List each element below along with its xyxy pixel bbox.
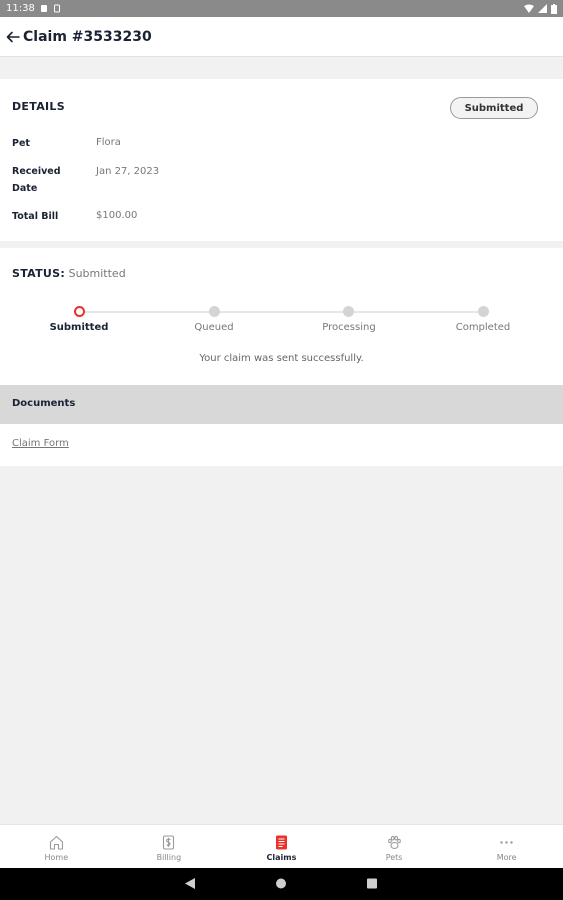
- back-arrow-icon[interactable]: [5, 29, 21, 45]
- more-dots-icon: [500, 841, 513, 844]
- system-recents-icon[interactable]: [366, 877, 378, 890]
- nav-claims[interactable]: Claims: [225, 825, 338, 868]
- step-label-queued: Queued: [194, 322, 234, 333]
- app-bar: Claim #3533230: [0, 17, 563, 57]
- sd-card-icon: [53, 4, 60, 13]
- documents-header: Documents: [0, 385, 563, 424]
- nav-home-label: Home: [44, 853, 69, 862]
- received-label-line1: Received: [12, 166, 61, 177]
- nav-pets-label: Pets: [385, 853, 403, 862]
- status-heading-label: STATUS:: [12, 267, 66, 280]
- dollar-icon: [163, 835, 175, 850]
- step-dot-submitted: [74, 306, 85, 317]
- battery-icon: [551, 3, 557, 14]
- bottom-navigation: Home Billing Claims Pets More: [0, 824, 563, 868]
- status-heading-value: Submitted: [68, 267, 126, 280]
- claim-form-link[interactable]: Claim Form: [12, 438, 69, 449]
- signal-icon: [538, 4, 547, 13]
- progress-track: [79, 311, 484, 313]
- received-label-line2: Date: [12, 183, 38, 194]
- nav-home[interactable]: Home: [0, 825, 113, 868]
- status-heading: STATUS: Submitted: [12, 267, 126, 280]
- notification-icon: [40, 5, 47, 12]
- page-title: Claim #3533230: [23, 28, 152, 45]
- nav-more-label: More: [496, 853, 517, 862]
- step-label-processing: Processing: [322, 322, 376, 333]
- details-card: DETAILS Submitted Pet Flora Received Dat…: [0, 79, 563, 241]
- step-label-completed: Completed: [455, 322, 511, 333]
- pet-value: Flora: [96, 137, 121, 148]
- nav-billing[interactable]: Billing: [113, 825, 226, 868]
- total-bill-value: $100.00: [96, 210, 138, 221]
- pet-label: Pet: [12, 138, 30, 149]
- nav-billing-label: Billing: [156, 853, 182, 862]
- document-icon: [275, 835, 287, 850]
- wifi-icon: [524, 4, 534, 13]
- nav-pets[interactable]: Pets: [338, 825, 451, 868]
- step-dot-completed: [478, 306, 489, 317]
- status-message: Your claim was sent successfully.: [199, 353, 364, 364]
- received-date-label: Received Date: [12, 163, 61, 197]
- home-icon: [49, 835, 63, 850]
- step-label-submitted: Submitted: [49, 322, 109, 333]
- system-back-icon[interactable]: [184, 877, 196, 890]
- status-time: 11:38: [6, 3, 35, 14]
- status-card: STATUS: Submitted Submitted Queued Proce…: [0, 248, 563, 385]
- system-status-bar: 11:38: [0, 0, 563, 17]
- nav-more[interactable]: More: [450, 825, 563, 868]
- received-date-value: Jan 27, 2023: [96, 166, 160, 177]
- step-dot-processing: [343, 306, 354, 317]
- status-badge: Submitted: [450, 97, 538, 119]
- system-home-icon[interactable]: [275, 877, 287, 890]
- paw-icon: [387, 835, 401, 850]
- system-navigation-bar: [0, 868, 563, 900]
- details-title: DETAILS: [12, 100, 65, 113]
- documents-list: Claim Form: [0, 424, 563, 466]
- total-bill-label: Total Bill: [12, 211, 59, 222]
- documents-title: Documents: [12, 398, 76, 409]
- step-dot-queued: [209, 306, 220, 317]
- nav-claims-label: Claims: [266, 853, 297, 862]
